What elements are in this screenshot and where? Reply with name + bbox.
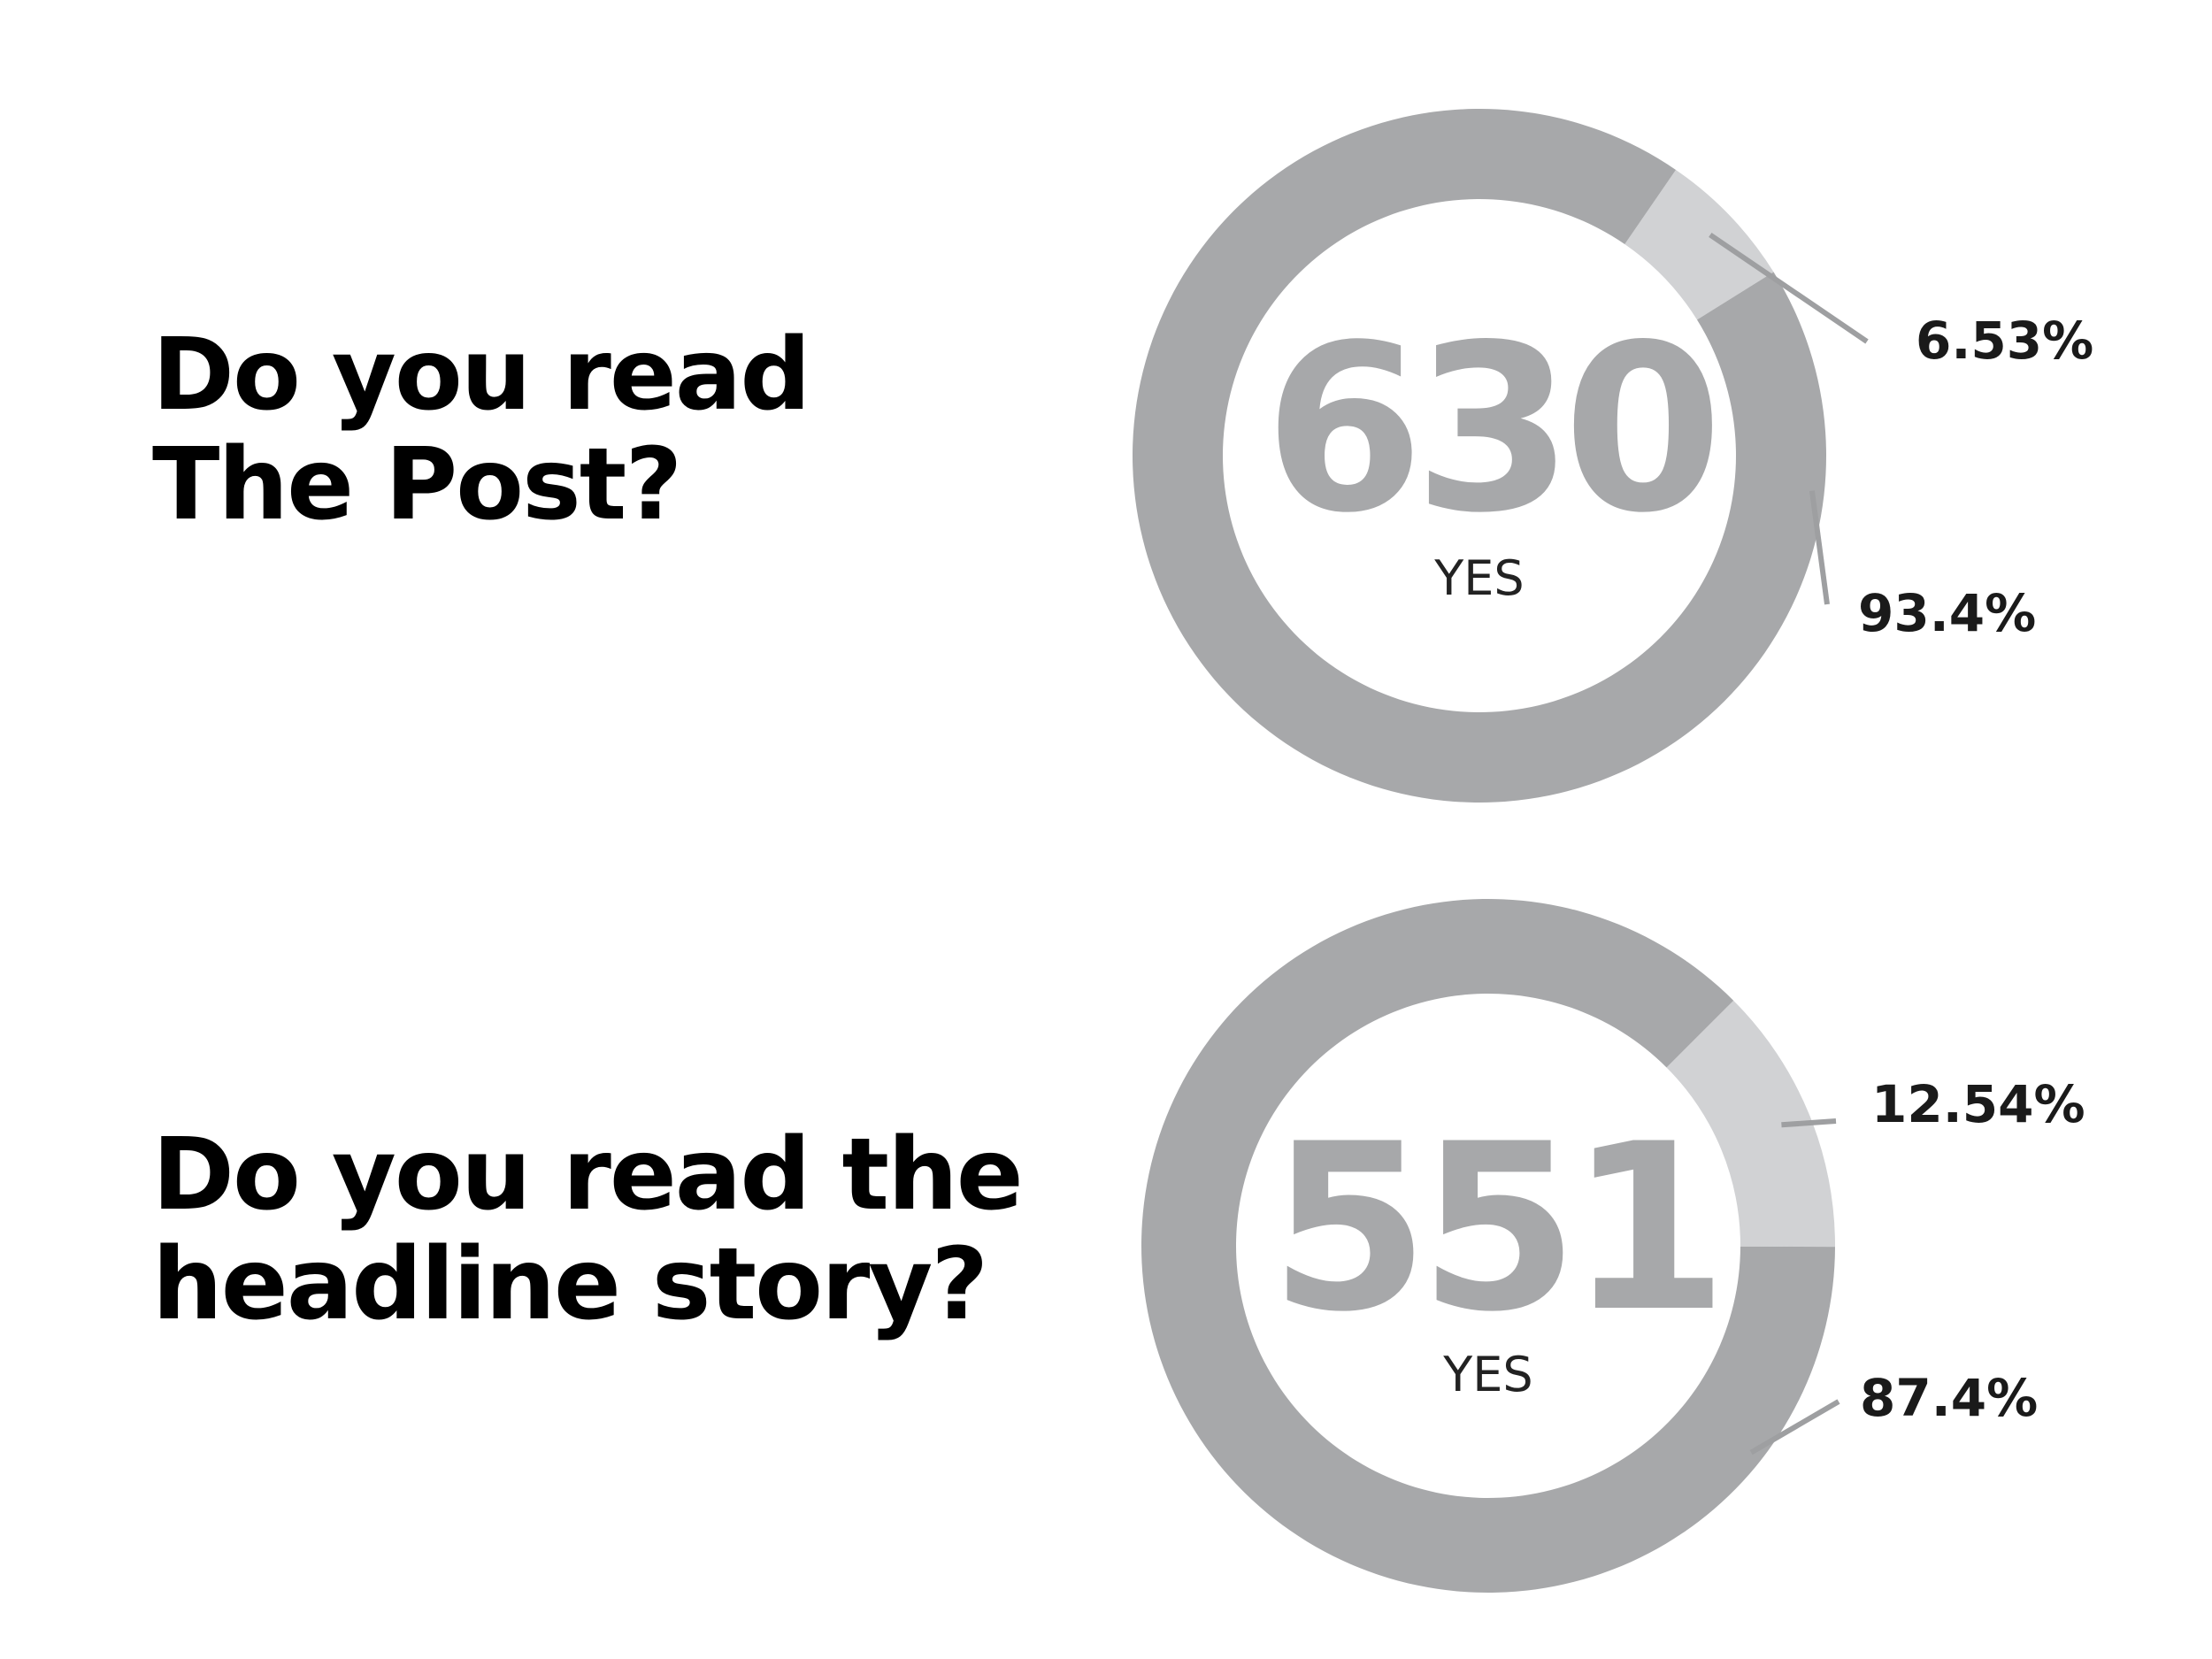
center-number: 551: [1270, 1095, 1718, 1363]
slice-label: 87.4%: [1860, 1368, 2038, 1428]
center-label: YES: [1442, 1347, 1532, 1402]
donut-chart: 551 YES 12.54% 87.4%: [1141, 898, 2085, 1593]
slice-label: 6.53%: [1916, 311, 2093, 371]
slice-label: 12.54%: [1871, 1074, 2085, 1134]
slice-labels: 6.53% 93.4%: [1858, 311, 2093, 643]
slice-labels: 12.54% 87.4%: [1860, 1074, 2085, 1428]
slice-label: 93.4%: [1858, 583, 2036, 643]
center-label: YES: [1433, 550, 1524, 606]
donut-chart: 630 YES 6.53% 93.4%: [1133, 108, 2093, 803]
center-number: 630: [1264, 296, 1714, 564]
